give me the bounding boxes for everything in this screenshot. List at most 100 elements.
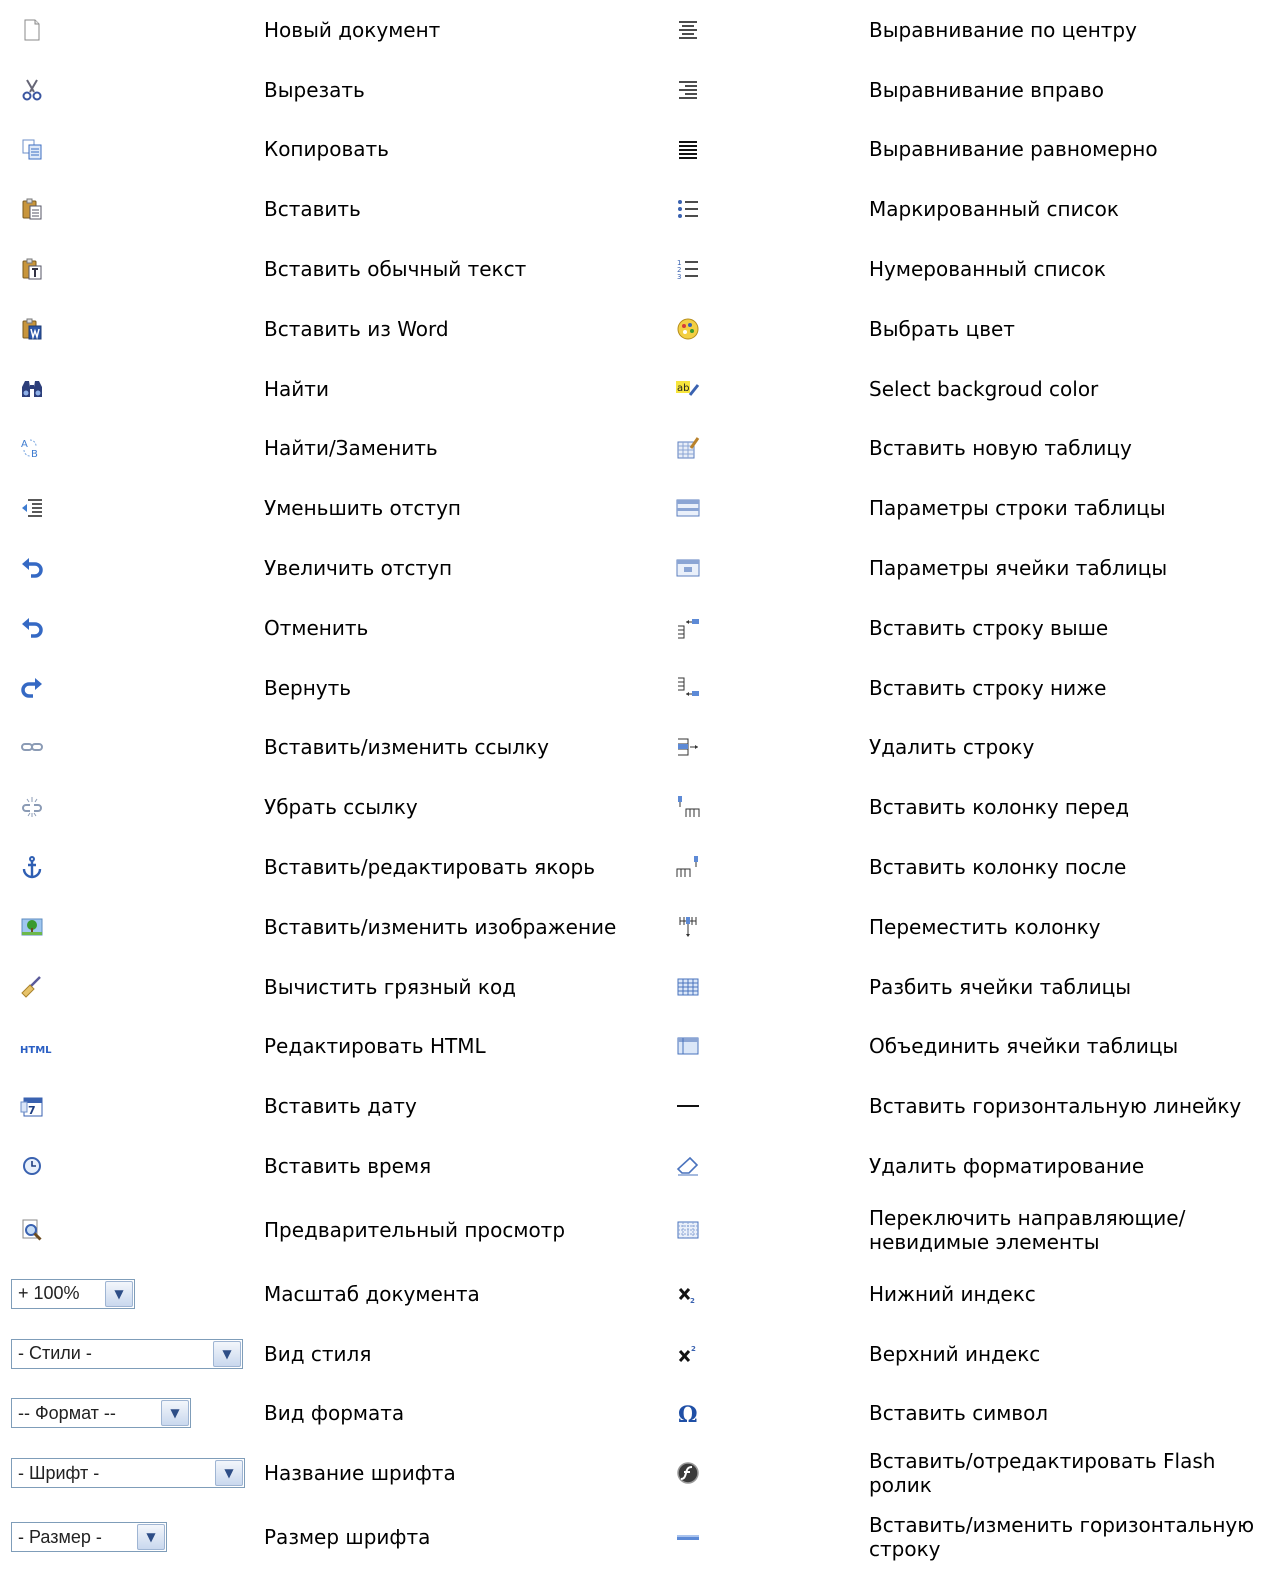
hrule-icon[interactable] <box>676 1525 700 1549</box>
scissors-icon[interactable] <box>20 78 44 102</box>
insert-table-icon[interactable] <box>676 436 700 460</box>
list-item: Вставить/отредактировать Flash ролик <box>620 1443 1282 1503</box>
styles-select-value: - Стили - <box>18 1343 92 1364</box>
list-item: - Стили - ▼ Вид стиля <box>0 1324 620 1384</box>
indent-icon[interactable] <box>20 556 44 580</box>
superscript-icon[interactable]: 2 <box>676 1342 700 1366</box>
row-below-icon[interactable] <box>676 676 700 700</box>
font-select[interactable]: - Шрифт - ▼ <box>11 1458 245 1489</box>
chevron-down-icon[interactable]: ▼ <box>215 1460 243 1487</box>
format-select[interactable]: -- Формат -- ▼ <box>11 1398 191 1429</box>
align-justify-icon[interactable] <box>676 137 700 161</box>
eraser-icon[interactable] <box>676 1154 700 1178</box>
list-item: Выбрать цвет <box>620 299 1282 359</box>
item-label: Вставить/изменить ссылку <box>264 735 549 760</box>
copy-icon[interactable] <box>20 137 44 161</box>
bulleted-list-icon[interactable] <box>676 197 700 221</box>
item-label: Выравнивание по центру <box>869 17 1137 42</box>
table-cell-props-icon[interactable] <box>676 556 700 580</box>
list-item: - Шрифт - ▼ Название шрифта <box>0 1443 620 1503</box>
hr-icon[interactable] <box>676 1094 700 1118</box>
guides-icon[interactable] <box>676 1218 700 1242</box>
replace-icon[interactable]: AB <box>20 436 44 460</box>
redo-icon[interactable] <box>20 676 44 700</box>
highlight-icon[interactable]: ab <box>676 377 700 401</box>
col-before-icon[interactable] <box>676 795 700 819</box>
item-label: Увеличить отступ <box>264 556 453 581</box>
item-label: Убрать ссылку <box>264 795 418 820</box>
chevron-down-icon[interactable]: ▼ <box>213 1340 241 1367</box>
list-item: Удалить строку <box>620 718 1282 778</box>
preview-icon[interactable] <box>20 1218 44 1242</box>
align-right-icon[interactable] <box>676 78 700 102</box>
list-item: Вычистить грязный код <box>0 957 620 1017</box>
item-label: Вставить символ <box>869 1401 1049 1426</box>
new-document-icon[interactable] <box>20 18 44 42</box>
zoom-select-value: + 100% <box>18 1283 80 1304</box>
list-item: Новый документ <box>0 0 620 60</box>
list-item: Удалить форматирование <box>620 1136 1282 1196</box>
list-item: + 100% ▼ Масштаб документа <box>0 1264 620 1324</box>
unlink-icon[interactable] <box>20 795 44 819</box>
styles-select[interactable]: - Стили - ▼ <box>11 1338 243 1369</box>
item-label: Select backgroud color <box>869 376 1099 401</box>
calendar-icon[interactable]: 7 <box>20 1094 44 1118</box>
paste-word-icon[interactable] <box>20 317 44 341</box>
list-item: Копировать <box>0 120 620 180</box>
chevron-down-icon[interactable]: ▼ <box>105 1280 133 1307</box>
align-center-icon[interactable] <box>676 18 700 42</box>
undo-icon[interactable] <box>20 616 44 640</box>
item-label: Вставить колонку перед <box>869 795 1130 820</box>
chevron-down-icon[interactable]: ▼ <box>137 1524 165 1551</box>
subscript-icon[interactable]: 2 <box>676 1282 700 1306</box>
zoom-select[interactable]: + 100% ▼ <box>11 1278 135 1309</box>
size-select[interactable]: - Размер - ▼ <box>11 1522 167 1553</box>
binoculars-icon[interactable] <box>20 377 44 401</box>
svg-text:Ω: Ω <box>678 1402 698 1425</box>
list-item: 7 Вставить дату <box>0 1076 620 1136</box>
item-label: Вычистить грязный код <box>264 974 517 999</box>
table-row-props-icon[interactable] <box>676 496 700 520</box>
list-item: Вставить колонку после <box>620 837 1282 897</box>
palette-icon[interactable] <box>676 317 700 341</box>
list-item: ab Select backgroud color <box>620 359 1282 419</box>
chevron-down-icon[interactable]: ▼ <box>161 1400 189 1427</box>
paste-text-icon[interactable] <box>20 257 44 281</box>
item-label: Название шрифта <box>264 1461 456 1486</box>
item-label: Копировать <box>264 137 389 162</box>
move-col-icon[interactable] <box>676 915 700 939</box>
clock-icon[interactable] <box>20 1154 44 1178</box>
outdent-icon[interactable] <box>20 496 44 520</box>
omega-icon[interactable]: Ω <box>676 1401 700 1425</box>
list-item: Отменить <box>0 598 620 658</box>
row-above-icon[interactable] <box>676 616 700 640</box>
item-label: Переключить направляющие/невидимые элеме… <box>869 1205 1186 1254</box>
item-label: Маркированный список <box>869 197 1119 222</box>
paste-icon[interactable] <box>20 197 44 221</box>
list-item: Выравнивание равномерно <box>620 120 1282 180</box>
list-item: Вставить/редактировать якорь <box>0 837 620 897</box>
item-label: Вставить из Word <box>264 316 449 341</box>
image-icon[interactable] <box>20 915 44 939</box>
delete-row-icon[interactable] <box>676 735 700 759</box>
col-after-icon[interactable] <box>676 855 700 879</box>
broom-icon[interactable] <box>20 975 44 999</box>
item-label: Вернуть <box>264 675 352 700</box>
numbered-list-icon[interactable]: 123 <box>676 257 700 281</box>
anchor-icon[interactable] <box>20 855 44 879</box>
item-label: Редактировать HTML <box>264 1034 486 1059</box>
split-cells-icon[interactable] <box>676 975 700 999</box>
list-item: Выравнивание по центру <box>620 0 1282 60</box>
item-label: Предварительный просмотр <box>264 1217 566 1242</box>
html-icon[interactable]: HTML <box>20 1034 52 1058</box>
item-label: Вставить время <box>264 1154 432 1179</box>
link-icon[interactable] <box>20 735 44 759</box>
item-label: Объединить ячейки таблицы <box>869 1034 1179 1059</box>
list-item: Увеличить отступ <box>0 538 620 598</box>
flash-icon[interactable] <box>676 1461 700 1485</box>
list-item: Вырезать <box>0 60 620 120</box>
item-label: Вставить строку ниже <box>869 675 1107 700</box>
list-item: Вставить/изменить ссылку <box>0 718 620 778</box>
svg-text:3: 3 <box>677 273 681 281</box>
merge-cells-icon[interactable] <box>676 1034 700 1058</box>
